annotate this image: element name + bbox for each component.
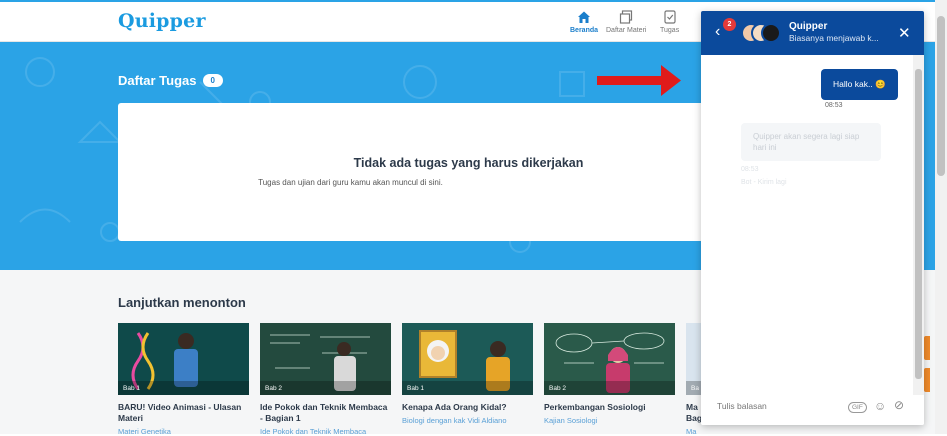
empty-state-title: Tidak ada tugas yang harus dikerjakan	[353, 156, 584, 170]
incoming-message: Quipper akan segera lagi siap hari ini	[741, 123, 881, 161]
chat-header: ‹ 2 Quipper Biasanya menjawab k... ✕	[701, 11, 924, 55]
video-card[interactable]: Bab 2 Perkembangan Sosiologi Kajian Sosi…	[544, 323, 675, 425]
chat-agent-status: Biasanya menjawab k...	[789, 33, 879, 43]
chat-messages: Hallo kak.. 😊 08:53 Quipper akan segera …	[701, 55, 913, 383]
video-title[interactable]: BARU! Video Animasi - Ulasan Materi	[118, 402, 249, 424]
nav-beranda[interactable]: Beranda	[570, 10, 598, 34]
video-thumbnail[interactable]: Bab 1	[402, 323, 533, 395]
chapter-label: Ba	[691, 385, 699, 392]
message-time: 08:53	[825, 102, 843, 109]
video-subtitle[interactable]: Ma	[686, 427, 706, 436]
nav-tugas[interactable]: Tugas	[660, 10, 679, 34]
home-icon	[578, 11, 590, 23]
side-tab[interactable]	[924, 368, 930, 392]
agent-avatars	[741, 23, 785, 43]
tasks-heading: Daftar Tugas 0	[118, 73, 223, 88]
chat-agent-name: Quipper	[789, 21, 828, 32]
red-arrow-annotation	[597, 65, 681, 96]
message-time: 08:53	[741, 166, 759, 173]
nav-daftar-materi[interactable]: Daftar Materi	[606, 10, 646, 34]
chat-widget: ‹ 2 Quipper Biasanya menjawab k... ✕ Hal…	[701, 11, 924, 425]
video-title[interactable]: Kenapa Ada Orang Kidal?	[402, 402, 533, 413]
close-icon[interactable]: ✕	[898, 24, 911, 42]
avatar	[761, 23, 781, 43]
video-card[interactable]: Bab 1 Kenapa Ada Orang Kidal? Biologi de…	[402, 323, 533, 425]
video-subtitle[interactable]: Materi Genetika	[118, 427, 249, 436]
nav-label: Tugas	[660, 27, 680, 34]
video-thumbnail[interactable]: Bab 2	[260, 323, 391, 395]
nav-label: Beranda	[570, 27, 599, 34]
chat-scrollbar-thumb[interactable]	[915, 69, 922, 379]
message-status: Bot - Kirim lagi	[741, 179, 787, 186]
chat-scrollbar[interactable]	[913, 55, 924, 395]
tasks-count-badge: 0	[202, 74, 223, 87]
continue-watching-title: Lanjutkan menonton	[118, 295, 246, 310]
side-tab[interactable]	[924, 336, 930, 360]
gif-button[interactable]: GIF	[848, 402, 867, 413]
video-subtitle[interactable]: Biologi dengan kak Vidi Aldiano	[402, 416, 533, 425]
tasks-empty-card	[118, 103, 718, 241]
chevron-left-icon[interactable]: ‹	[715, 23, 720, 41]
chapter-label: Bab 1	[407, 385, 424, 392]
nav-label: Daftar Materi	[606, 27, 647, 34]
tasks-icon	[663, 10, 676, 24]
video-thumbnail[interactable]: Bab 1	[118, 323, 249, 395]
video-title[interactable]: Ide Pokok dan Teknik Membaca - Bagian 1	[260, 402, 391, 424]
video-subtitle[interactable]: Ide Pokok dan Teknik Membaca	[260, 427, 391, 436]
chapter-label: Bab 1	[123, 385, 140, 392]
quipper-logo[interactable]: Quipper	[118, 10, 206, 32]
emoji-icon[interactable]: ☺	[874, 399, 886, 413]
video-title[interactable]: Perkembangan Sosiologi	[544, 402, 675, 413]
materials-icon	[620, 10, 633, 24]
tasks-title: Daftar Tugas	[118, 73, 197, 88]
reply-input[interactable]: Tulis balasan	[717, 401, 767, 411]
video-thumbnail[interactable]: Bab 2	[544, 323, 675, 395]
video-subtitle[interactable]: Kajian Sosiologi	[544, 416, 675, 425]
chat-composer: Tulis balasan GIF ☺ ⊘	[701, 395, 924, 425]
page-scrollbar[interactable]	[935, 0, 947, 434]
outgoing-message: Hallo kak.. 😊	[821, 69, 898, 100]
video-card[interactable]: Bab 2 Ide Pokok dan Teknik Membaca - Bag…	[260, 323, 391, 436]
page-scrollbar-thumb[interactable]	[937, 16, 945, 176]
chapter-label: Bab 2	[549, 385, 566, 392]
unread-badge: 2	[723, 18, 736, 31]
paperclip-icon[interactable]: ⊘	[894, 398, 904, 412]
video-card[interactable]: Bab 1 BARU! Video Animasi - Ulasan Mater…	[118, 323, 249, 436]
empty-state-subtitle: Tugas dan ujian dari guru kamu akan munc…	[258, 178, 443, 187]
chapter-label: Bab 2	[265, 385, 282, 392]
